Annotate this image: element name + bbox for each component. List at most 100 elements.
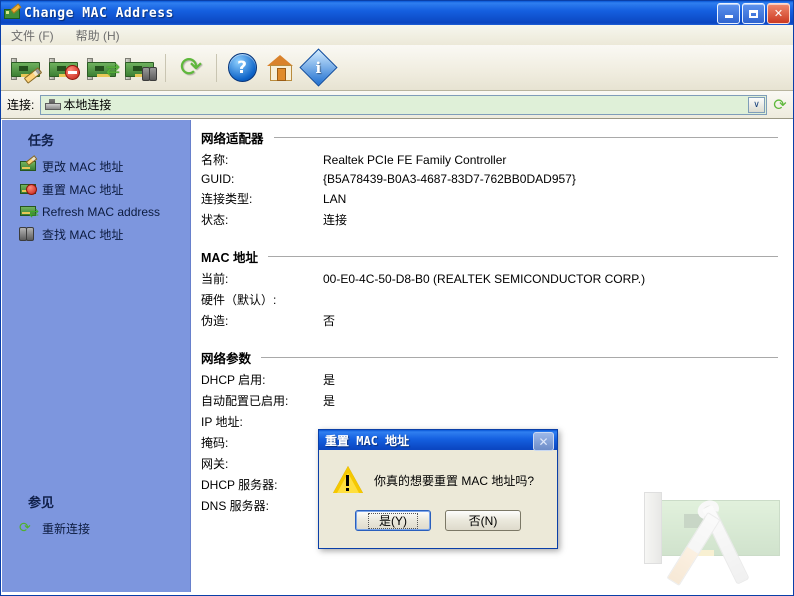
dialog-title-bar: 重置 MAC 地址 ✕ — [319, 430, 557, 451]
detail-key: DHCP 启用: — [201, 373, 266, 387]
minimize-button[interactable] — [717, 3, 740, 24]
sidebar-item-change-mac[interactable]: 更改 MAC 地址 — [2, 154, 190, 178]
toolbar-separator — [216, 53, 217, 82]
house-icon — [267, 55, 293, 81]
dialog-close-button[interactable]: ✕ — [533, 432, 554, 451]
section-network-adapter: 网络适配器 名称: Realtek PCIe FE Family Control… — [191, 120, 792, 230]
toolbar-find-mac-button[interactable] — [121, 49, 159, 87]
section-title: 网络参数 — [201, 352, 252, 366]
connection-selected-item: 本地连接 — [41, 96, 111, 113]
detail-value: LAN — [323, 192, 347, 206]
sidebar-item-label: 重新连接 — [42, 522, 91, 536]
dialog-buttons: 是(Y) 否(N) — [319, 510, 557, 531]
detail-value: 否 — [323, 314, 336, 328]
sidebar-item-label: Refresh MAC address — [42, 205, 161, 219]
nic-arrows-icon: ⇄ — [19, 204, 39, 220]
detail-key: DNS 服务器: — [201, 499, 270, 513]
detail-key: IP 地址: — [201, 415, 243, 429]
dialog-yes-button[interactable]: 是(Y) — [355, 510, 431, 531]
nic-arrows-icon: ⇄ — [87, 57, 120, 80]
section-title: 网络适配器 — [201, 132, 264, 146]
sidebar-item-reconnect[interactable]: ⟳ 重新连接 — [2, 517, 190, 540]
detail-value: 是 — [323, 373, 336, 387]
section-header: 网络适配器 — [191, 120, 792, 149]
sidebar-seealso-group: 参见 ⟳ 重新连接 — [2, 482, 190, 540]
close-button[interactable]: ✕ — [767, 3, 790, 24]
dialog-title: 重置 MAC 地址 — [325, 433, 410, 448]
nic-pencil-icon — [19, 154, 38, 175]
detail-key: DHCP 服务器: — [201, 478, 278, 492]
info-diamond-icon: i — [298, 48, 338, 87]
chevron-down-icon[interactable]: ∨ — [748, 96, 765, 113]
sidebar-tasks-heading: 任务 — [28, 133, 55, 148]
toolbar-change-mac-button[interactable] — [7, 49, 45, 87]
binoculars-icon — [19, 226, 37, 243]
sidebar-item-reset-mac[interactable]: 重置 MAC 地址 — [2, 178, 190, 201]
detail-row: 状态: 连接 — [191, 209, 792, 230]
detail-key: 自动配置已启用: — [201, 394, 289, 408]
maximize-button[interactable] — [742, 3, 765, 24]
detail-value: 00-E0-4C-50-D8-B0 (REALTEK SEMICONDUCTOR… — [323, 272, 646, 286]
change-mac-address-window: Change MAC Address ✕ 文件 (F) 帮助 (H) ⇄ ⟳ ?… — [0, 0, 794, 596]
nic-stop-icon — [49, 57, 80, 80]
connection-bar: 连接: 本地连接 ∨ ⟳ — [1, 91, 793, 119]
detail-key: GUID: — [201, 172, 235, 186]
sidebar-item-label: 更改 MAC 地址 — [42, 160, 124, 174]
reset-mac-dialog: 重置 MAC 地址 ✕ 你真的想要重置 MAC 地址吗? 是(Y) 否(N) — [318, 429, 558, 549]
detail-row: 名称: Realtek PCIe FE Family Controller — [191, 149, 792, 170]
window-controls: ✕ — [717, 3, 790, 24]
question-mark-icon: ? — [227, 53, 257, 82]
toolbar-refresh-mac-button[interactable]: ⇄ — [83, 49, 121, 87]
detail-row: DHCP 启用: 是 — [191, 369, 792, 390]
section-rule — [273, 137, 778, 138]
detail-row: GUID: {B5A78439-B0A3-4687-83D7-762BB0DAD… — [191, 170, 792, 188]
app-nic-pencil-icon — [4, 3, 22, 20]
sidebar-item-label: 重置 MAC 地址 — [42, 183, 124, 197]
detail-row: 自动配置已启用: 是 — [191, 390, 792, 411]
detail-key: 名称: — [201, 153, 229, 167]
detail-key: 连接类型: — [201, 192, 253, 206]
menu-item-help[interactable]: 帮助 (H) — [73, 26, 123, 45]
connection-select[interactable]: 本地连接 ∨ — [40, 94, 767, 115]
toolbar-reset-mac-button[interactable] — [45, 49, 83, 87]
section-header: 网络参数 — [191, 340, 792, 369]
connection-refresh-button[interactable]: ⟳ — [767, 95, 793, 114]
detail-key: 状态: — [201, 213, 229, 227]
detail-value: 是 — [323, 394, 336, 408]
section-title: MAC 地址 — [201, 251, 258, 265]
nic-stop-icon — [19, 182, 37, 198]
detail-value: 连接 — [323, 213, 348, 227]
connection-label: 连接: — [7, 98, 35, 112]
green-refresh-icon: ⟳ — [179, 52, 203, 83]
section-mac-address: MAC 地址 当前: 00-E0-4C-50-D8-B0 (REALTEK SE… — [191, 239, 792, 331]
toolbar-help-button[interactable]: ? — [223, 49, 261, 87]
toolbar-home-button[interactable] — [261, 49, 299, 87]
detail-value: {B5A78439-B0A3-4687-83D7-762BB0DAD957} — [323, 172, 576, 186]
sidebar-seealso-heading: 参见 — [28, 495, 55, 510]
menu-item-file[interactable]: 文件 (F) — [8, 26, 57, 45]
sidebar-item-refresh-mac[interactable]: ⇄ Refresh MAC address — [2, 201, 190, 223]
menu-bar: 文件 (F) 帮助 (H) — [1, 25, 793, 45]
detail-row: 连接类型: LAN — [191, 188, 792, 209]
detail-row: 伪造: 否 — [191, 310, 792, 331]
detail-key: 伪造: — [201, 314, 229, 328]
title-bar: Change MAC Address ✕ — [1, 1, 793, 25]
section-rule — [261, 357, 778, 358]
green-refresh-icon: ⟳ — [19, 519, 31, 536]
dialog-yes-label: 是(Y) — [368, 512, 418, 529]
toolbar-separator — [165, 53, 166, 82]
detail-row: 硬件（默认）: — [191, 289, 792, 310]
toolbar-about-button[interactable]: i — [298, 48, 338, 87]
toolbar-reconnect-button[interactable]: ⟳ — [172, 49, 210, 87]
section-header: MAC 地址 — [191, 239, 792, 268]
detail-key: 网关: — [201, 457, 229, 471]
toolbar: ⇄ ⟳ ? i — [1, 45, 793, 91]
detail-row: 当前: 00-E0-4C-50-D8-B0 (REALTEK SEMICONDU… — [191, 268, 792, 289]
dialog-no-button[interactable]: 否(N) — [445, 510, 521, 531]
sidebar-item-find-mac[interactable]: 查找 MAC 地址 — [2, 223, 190, 246]
nic-small-icon — [45, 99, 62, 110]
detail-value: Realtek PCIe FE Family Controller — [323, 153, 507, 167]
warning-icon — [333, 466, 364, 494]
dialog-body: 你真的想要重置 MAC 地址吗? — [319, 450, 557, 494]
detail-key: 掩码: — [201, 436, 229, 450]
